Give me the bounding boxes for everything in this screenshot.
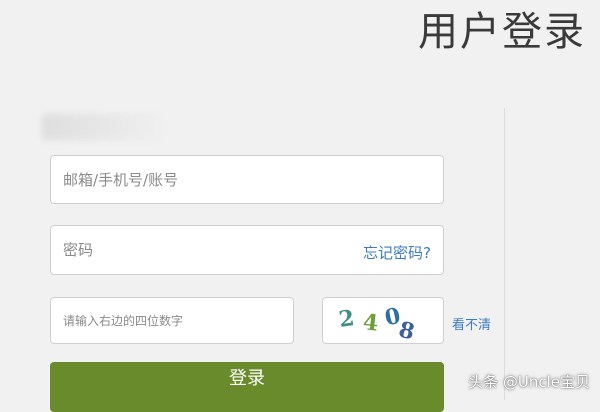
page-title: 用户登录 <box>418 9 586 55</box>
password-field[interactable]: 忘记密码? <box>50 225 444 275</box>
vertical-divider <box>504 108 505 400</box>
forgot-password-link[interactable]: 忘记密码? <box>363 242 431 263</box>
captcha-image[interactable]: 2 4 0 8 <box>322 297 444 345</box>
refresh-captcha-link[interactable]: 看不清 <box>452 314 491 333</box>
login-button[interactable]: 登录 <box>50 362 444 412</box>
account-field[interactable] <box>50 155 444 204</box>
account-input[interactable] <box>51 156 443 203</box>
captcha-input[interactable] <box>51 298 293 343</box>
captcha-char: 2 <box>337 305 357 333</box>
watermark: 头条 @Uncle宝贝 <box>468 373 590 391</box>
blurred-region <box>42 114 160 140</box>
captcha-char: 4 <box>361 309 380 337</box>
captcha-field[interactable] <box>50 297 294 344</box>
